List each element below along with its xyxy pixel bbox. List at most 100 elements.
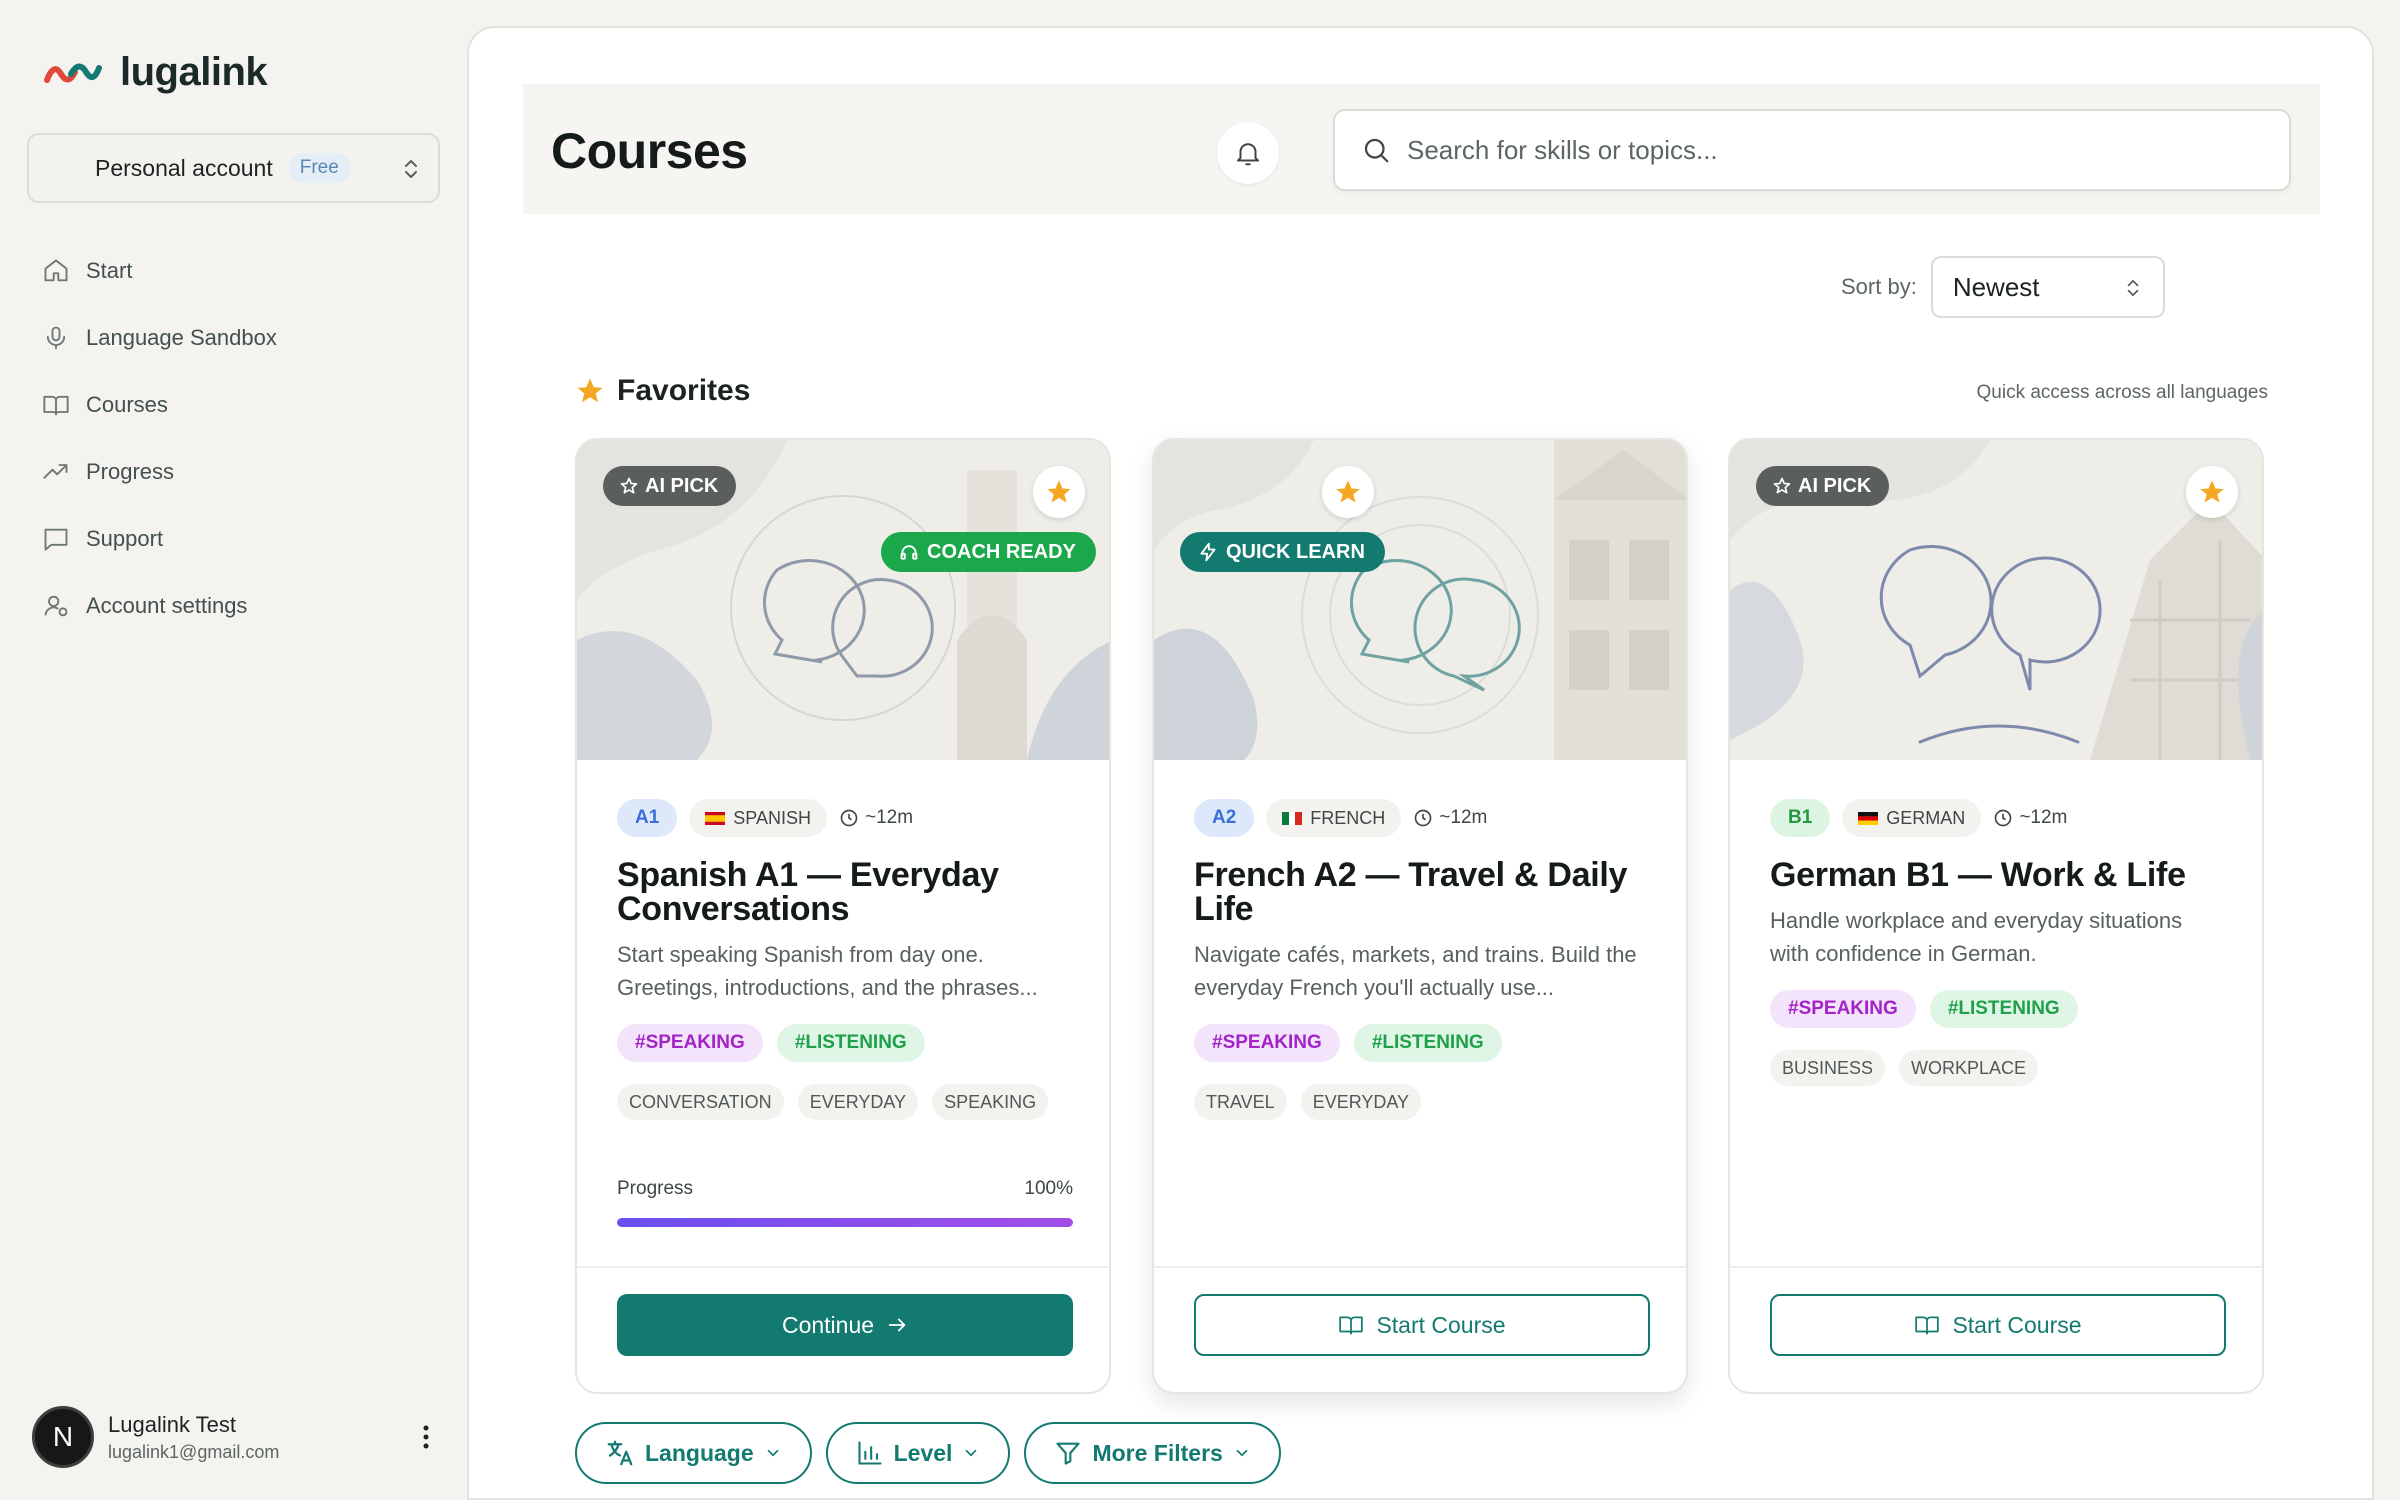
- brand[interactable]: lugalink: [44, 50, 268, 95]
- coach-ready-badge: COACH READY: [881, 532, 1096, 572]
- duration-label: ~12m: [2019, 807, 2068, 828]
- course-progress: Progress 100%: [617, 1178, 1073, 1227]
- spain-flag-icon: [705, 811, 726, 825]
- favorites-heading: Favorites: [575, 374, 750, 408]
- skill-tag[interactable]: #SPEAKING: [1770, 990, 1916, 1028]
- top-bar: Courses: [523, 84, 2320, 214]
- sidebar-item-account-settings[interactable]: Account settings: [42, 572, 277, 639]
- course-meta: A2 FRENCH ~12m: [1194, 798, 1650, 838]
- keyword-tag: EVERYDAY: [1300, 1084, 1422, 1120]
- lugalink-logo-icon: [44, 63, 102, 83]
- message-icon: [44, 528, 68, 550]
- course-thumbnail: AI PICK: [1730, 440, 2262, 760]
- course-description: Navigate cafés, markets, and trains. Bui…: [1194, 942, 1637, 1000]
- sidebar-item-start[interactable]: Start: [42, 237, 277, 304]
- course-description: Start speaking Spanish from day one. Gre…: [617, 942, 1038, 1000]
- level-badge: A1: [617, 799, 678, 837]
- keyword-tag: SPEAKING: [932, 1084, 1049, 1120]
- language-badge: FRENCH: [1266, 799, 1402, 837]
- chevron-down-icon: [767, 1449, 778, 1457]
- favorite-toggle[interactable]: [1033, 466, 1085, 518]
- search-bar[interactable]: [1333, 109, 2291, 191]
- sort-label: Sort by:: [1841, 274, 1917, 299]
- start-course-label: Start Course: [1952, 1311, 2082, 1338]
- continue-button[interactable]: Continue: [617, 1294, 1073, 1356]
- quick-learn-badge: QUICK LEARN: [1180, 532, 1385, 572]
- favorites-note: Quick access across all languages: [1976, 382, 2268, 403]
- account-switcher[interactable]: Personal account Free: [27, 133, 440, 203]
- ai-pick-label: AI PICK: [1798, 474, 1872, 497]
- avatar: N: [32, 1406, 94, 1468]
- star-icon: [2200, 480, 2224, 503]
- translate-icon: [607, 1440, 633, 1466]
- language-badge: SPANISH: [689, 799, 827, 837]
- plan-badge: Free: [288, 153, 350, 183]
- more-filters-button[interactable]: More Filters: [1024, 1422, 1281, 1484]
- skill-tag[interactable]: #LISTENING: [1353, 1024, 1502, 1062]
- book-icon: [1915, 1316, 1940, 1335]
- skill-tag[interactable]: #SPEAKING: [617, 1024, 763, 1062]
- sidebar-item-progress[interactable]: Progress: [42, 438, 277, 505]
- more-vertical-icon[interactable]: [420, 1422, 432, 1452]
- duration: ~12m: [1993, 807, 2067, 829]
- skill-tag[interactable]: #LISTENING: [776, 1024, 925, 1062]
- start-course-button[interactable]: Start Course: [1194, 1294, 1650, 1356]
- lightning-icon: [1200, 542, 1216, 562]
- start-course-button[interactable]: Start Course: [1770, 1294, 2226, 1356]
- skill-tag[interactable]: #LISTENING: [1929, 990, 2078, 1028]
- course-card-french[interactable]: QUICK LEARN A2 FRENCH ~12m French A2 — T…: [1152, 438, 1688, 1394]
- favorite-toggle[interactable]: [1322, 466, 1374, 518]
- ai-pick-badge: AI PICK: [1756, 466, 1890, 506]
- sort-select[interactable]: Newest: [1930, 256, 2165, 318]
- user-email: lugalink1@gmail.com: [108, 1441, 280, 1462]
- sidebar-item-language-sandbox[interactable]: Language Sandbox: [42, 304, 277, 371]
- course-title: German B1 — Work & Life: [1770, 856, 2186, 894]
- book-icon: [1339, 1316, 1364, 1335]
- progress-percent: 100%: [1024, 1178, 1073, 1199]
- clock-icon: [840, 809, 858, 827]
- sidebar-item-label: Support: [86, 525, 164, 551]
- notifications-button[interactable]: [1217, 122, 1279, 184]
- language-label: GERMAN: [1886, 807, 1966, 828]
- skill-tag[interactable]: #SPEAKING: [1194, 1024, 1340, 1062]
- language-label: FRENCH: [1310, 807, 1386, 828]
- course-title: French A2 — Travel & Daily Life: [1194, 856, 1628, 928]
- user-profile[interactable]: N Lugalink Test lugalink1@gmail.com: [32, 1404, 432, 1470]
- keyword-tag: WORKPLACE: [1899, 1050, 2039, 1086]
- course-details: A1 SPANISH ~12m Spanish A1 — Everyday Co…: [617, 798, 1073, 1120]
- progress-fill: [617, 1218, 1073, 1227]
- course-thumbnail: AI PICK COACH READY: [577, 440, 1109, 760]
- level-badge: A2: [1194, 799, 1255, 837]
- search-input[interactable]: [1407, 134, 2267, 166]
- bar-chart-icon: [858, 1441, 882, 1465]
- filter-bar: Language Level More Filters: [575, 1422, 1281, 1484]
- favorite-toggle[interactable]: [2186, 466, 2238, 518]
- favorites-title: Favorites: [617, 374, 751, 407]
- course-card-spanish[interactable]: AI PICK COACH READY A1 SPANISH ~12m Span…: [575, 438, 1111, 1394]
- user-settings-icon: [44, 595, 68, 616]
- sidebar-item-support[interactable]: Support: [42, 505, 277, 572]
- user-info: Lugalink Test lugalink1@gmail.com: [108, 1412, 279, 1463]
- sidebar-item-label: Progress: [86, 458, 175, 484]
- ai-pick-label: AI PICK: [645, 474, 719, 497]
- level-filter-button[interactable]: Level: [825, 1422, 1011, 1484]
- page-title: Courses: [551, 123, 748, 179]
- skill-tags: #SPEAKING #LISTENING: [1770, 990, 2226, 1028]
- course-title: Spanish A1 — Everyday Conversations: [617, 856, 999, 928]
- level-badge: B1: [1770, 799, 1831, 837]
- account-name: Personal account: [95, 154, 273, 181]
- brand-name: lugalink: [120, 50, 268, 94]
- course-card-german[interactable]: AI PICK B1 GERMAN ~12m German B1 — Work …: [1728, 438, 2264, 1394]
- star-icon: [1336, 480, 1360, 503]
- chevron-up-down-icon: [405, 160, 417, 178]
- sidebar-item-courses[interactable]: Courses: [42, 371, 277, 438]
- course-meta: A1 SPANISH ~12m: [617, 798, 1073, 838]
- card-footer: Continue: [577, 1266, 1109, 1392]
- language-filter-button[interactable]: Language: [575, 1422, 812, 1484]
- microphone-icon: [46, 326, 66, 349]
- sort-value: Newest: [1952, 271, 2040, 302]
- keyword-tags: CONVERSATION EVERYDAY SPEAKING: [617, 1084, 1073, 1120]
- course-details: A2 FRENCH ~12m French A2 — Travel & Dail…: [1194, 798, 1650, 1120]
- book-icon: [43, 395, 69, 415]
- sidebar-item-label: Language Sandbox: [86, 324, 277, 350]
